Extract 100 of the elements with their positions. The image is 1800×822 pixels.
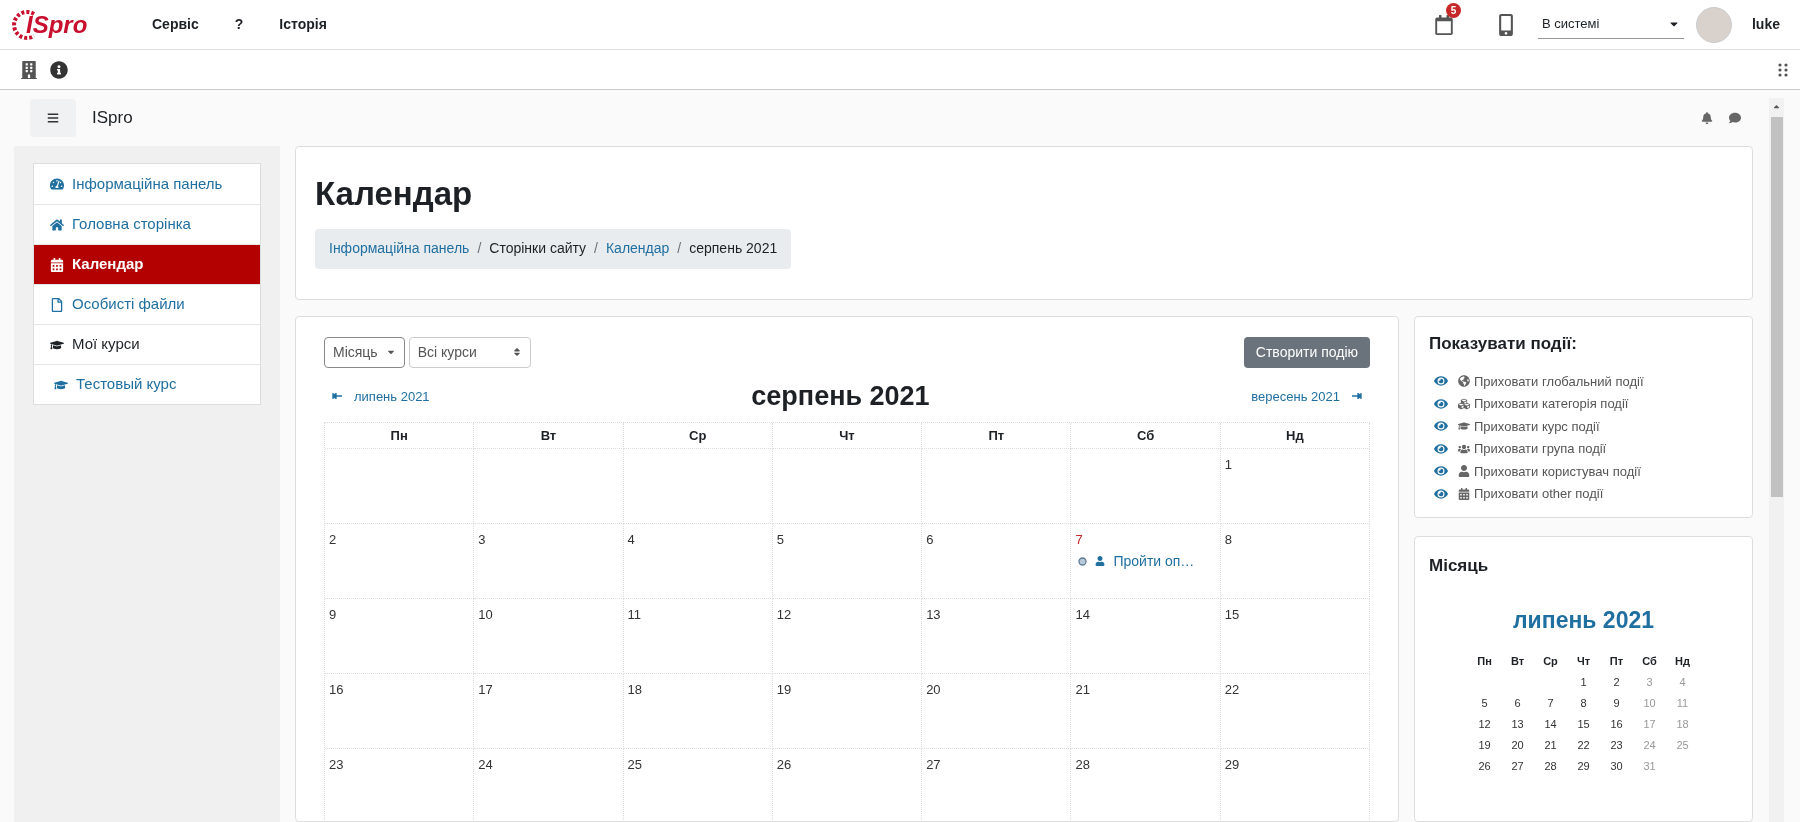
mini-day: 3: [1633, 672, 1666, 693]
day-number[interactable]: 19: [776, 680, 792, 700]
weekday-header: Нд: [1220, 423, 1370, 449]
menu-item[interactable]: ?: [234, 14, 244, 35]
day-number[interactable]: 14: [1075, 605, 1090, 625]
grid-dots-icon[interactable]: [1778, 62, 1788, 77]
sort-icon: [511, 347, 522, 357]
day-number[interactable]: 23: [329, 755, 344, 775]
day-number[interactable]: 3: [478, 530, 486, 550]
mini-day: 25: [1666, 735, 1699, 756]
mini-day: 20: [1501, 735, 1534, 756]
day-number[interactable]: 15: [1224, 605, 1240, 625]
prev-month-link[interactable]: липень 2021: [332, 386, 430, 406]
mini-day: 10: [1633, 693, 1666, 714]
info-icon[interactable]: [50, 60, 68, 79]
eye-icon[interactable]: [1434, 374, 1448, 389]
day-number[interactable]: 29: [1224, 755, 1240, 775]
mini-day: 7: [1534, 693, 1567, 714]
bell-icon[interactable]: [1701, 112, 1713, 124]
eye-icon[interactable]: [1434, 441, 1448, 456]
day-number[interactable]: 24: [478, 755, 493, 775]
day-number[interactable]: 4: [627, 530, 635, 550]
filter-label[interactable]: Приховати категорія події: [1474, 394, 1629, 414]
sidebar-item[interactable]: Тестовый курс: [34, 364, 260, 404]
arrow-right-icon: [1352, 393, 1362, 400]
user-name[interactable]: luke: [1752, 14, 1780, 35]
sidebar-item[interactable]: Мої курси: [34, 324, 260, 364]
day-number[interactable]: 6: [926, 530, 934, 550]
create-event-button[interactable]: Створити подію: [1243, 336, 1370, 368]
day-number[interactable]: 8: [1224, 530, 1232, 550]
eye-icon[interactable]: [1434, 396, 1448, 411]
mini-day: 21: [1534, 735, 1567, 756]
day-number[interactable]: 21: [1075, 680, 1090, 700]
day-number[interactable]: 12: [776, 605, 792, 625]
day-number[interactable]: 1: [1224, 455, 1232, 475]
breadcrumb-item[interactable]: Інформаційна панель: [329, 238, 470, 259]
sidebar-item[interactable]: Інформаційна панель: [34, 164, 260, 204]
day-number[interactable]: 26: [776, 755, 792, 775]
eye-icon[interactable]: [1434, 419, 1448, 434]
status-select[interactable]: В системі: [1538, 10, 1684, 39]
mini-weekday: Пт: [1608, 654, 1625, 669]
user-icon: [1095, 556, 1106, 566]
mini-weekday: Нд: [1674, 654, 1691, 669]
mini-day: 23: [1600, 735, 1633, 756]
eye-icon[interactable]: [1434, 464, 1448, 479]
mini-day: 12: [1468, 714, 1501, 735]
scrollbar-thumb[interactable]: [1770, 117, 1783, 497]
menu-item[interactable]: Сервіс: [152, 14, 199, 35]
weekday-header: Сб: [1071, 423, 1221, 449]
scroll-up-icon[interactable]: [1772, 102, 1781, 111]
day-number[interactable]: 7: [1075, 530, 1083, 550]
phone-icon[interactable]: [1498, 13, 1514, 36]
filter-label[interactable]: Приховати користувач події: [1474, 461, 1641, 481]
day-number[interactable]: 22: [1224, 680, 1240, 700]
eye-icon[interactable]: [1434, 486, 1448, 501]
mini-day: 18: [1666, 714, 1699, 735]
day-number[interactable]: 13: [926, 605, 941, 625]
breadcrumb-item: Сторінки сайту: [489, 239, 587, 258]
day-number[interactable]: 18: [627, 680, 643, 700]
day-number[interactable]: 17: [478, 680, 493, 700]
chat-icon[interactable]: [1729, 112, 1741, 124]
weekday-header: Чт: [772, 423, 923, 449]
day-number[interactable]: 28: [1075, 755, 1090, 775]
day-number[interactable]: 20: [926, 680, 941, 700]
page-title: Календар: [315, 174, 474, 214]
building-icon[interactable]: [20, 60, 38, 79]
day-number[interactable]: 25: [627, 755, 643, 775]
day-number[interactable]: 27: [926, 755, 941, 775]
mini-month-title[interactable]: липень 2021: [1429, 602, 1738, 637]
breadcrumb-item[interactable]: Календар: [605, 238, 670, 259]
day-number[interactable]: 2: [329, 530, 337, 550]
menu-item[interactable]: Історія: [279, 14, 327, 35]
menu-toggle-button[interactable]: [30, 99, 76, 137]
day-number[interactable]: 5: [776, 530, 785, 550]
filter-label[interactable]: Приховати other події: [1474, 484, 1604, 504]
course-select[interactable]: Всі курси: [408, 336, 531, 368]
user-icon: [1458, 465, 1470, 478]
view-select[interactable]: Місяць: [324, 336, 405, 368]
scrollbar[interactable]: [1769, 98, 1784, 822]
mini-day: 11: [1666, 693, 1699, 714]
event-dot-icon: [1078, 556, 1088, 566]
filter-label[interactable]: Приховати група події: [1474, 439, 1607, 459]
cubes-icon: [1458, 397, 1470, 410]
day-number[interactable]: 9: [329, 605, 337, 625]
calendar-icon: [1458, 487, 1470, 500]
mini-day: 5: [1468, 693, 1501, 714]
next-month-link[interactable]: вересень 2021: [1251, 386, 1362, 406]
event-link[interactable]: Пройти оп…: [1113, 550, 1195, 572]
day-number[interactable]: 16: [329, 680, 344, 700]
home-icon: [50, 217, 64, 232]
filter-label[interactable]: Приховати глобальний події: [1474, 371, 1644, 391]
mini-day: 22: [1567, 735, 1600, 756]
breadcrumb-item: серпень 2021: [689, 239, 778, 258]
day-number[interactable]: 11: [627, 605, 642, 625]
sidebar-item[interactable]: Особисті файли: [34, 284, 260, 324]
filter-label[interactable]: Приховати курс події: [1474, 416, 1600, 436]
calendar-icon[interactable]: [1434, 14, 1454, 35]
mini-weekday: Ср: [1542, 654, 1559, 669]
sidebar-item[interactable]: Календар: [34, 244, 260, 284]
day-number[interactable]: 10: [478, 605, 493, 625]
